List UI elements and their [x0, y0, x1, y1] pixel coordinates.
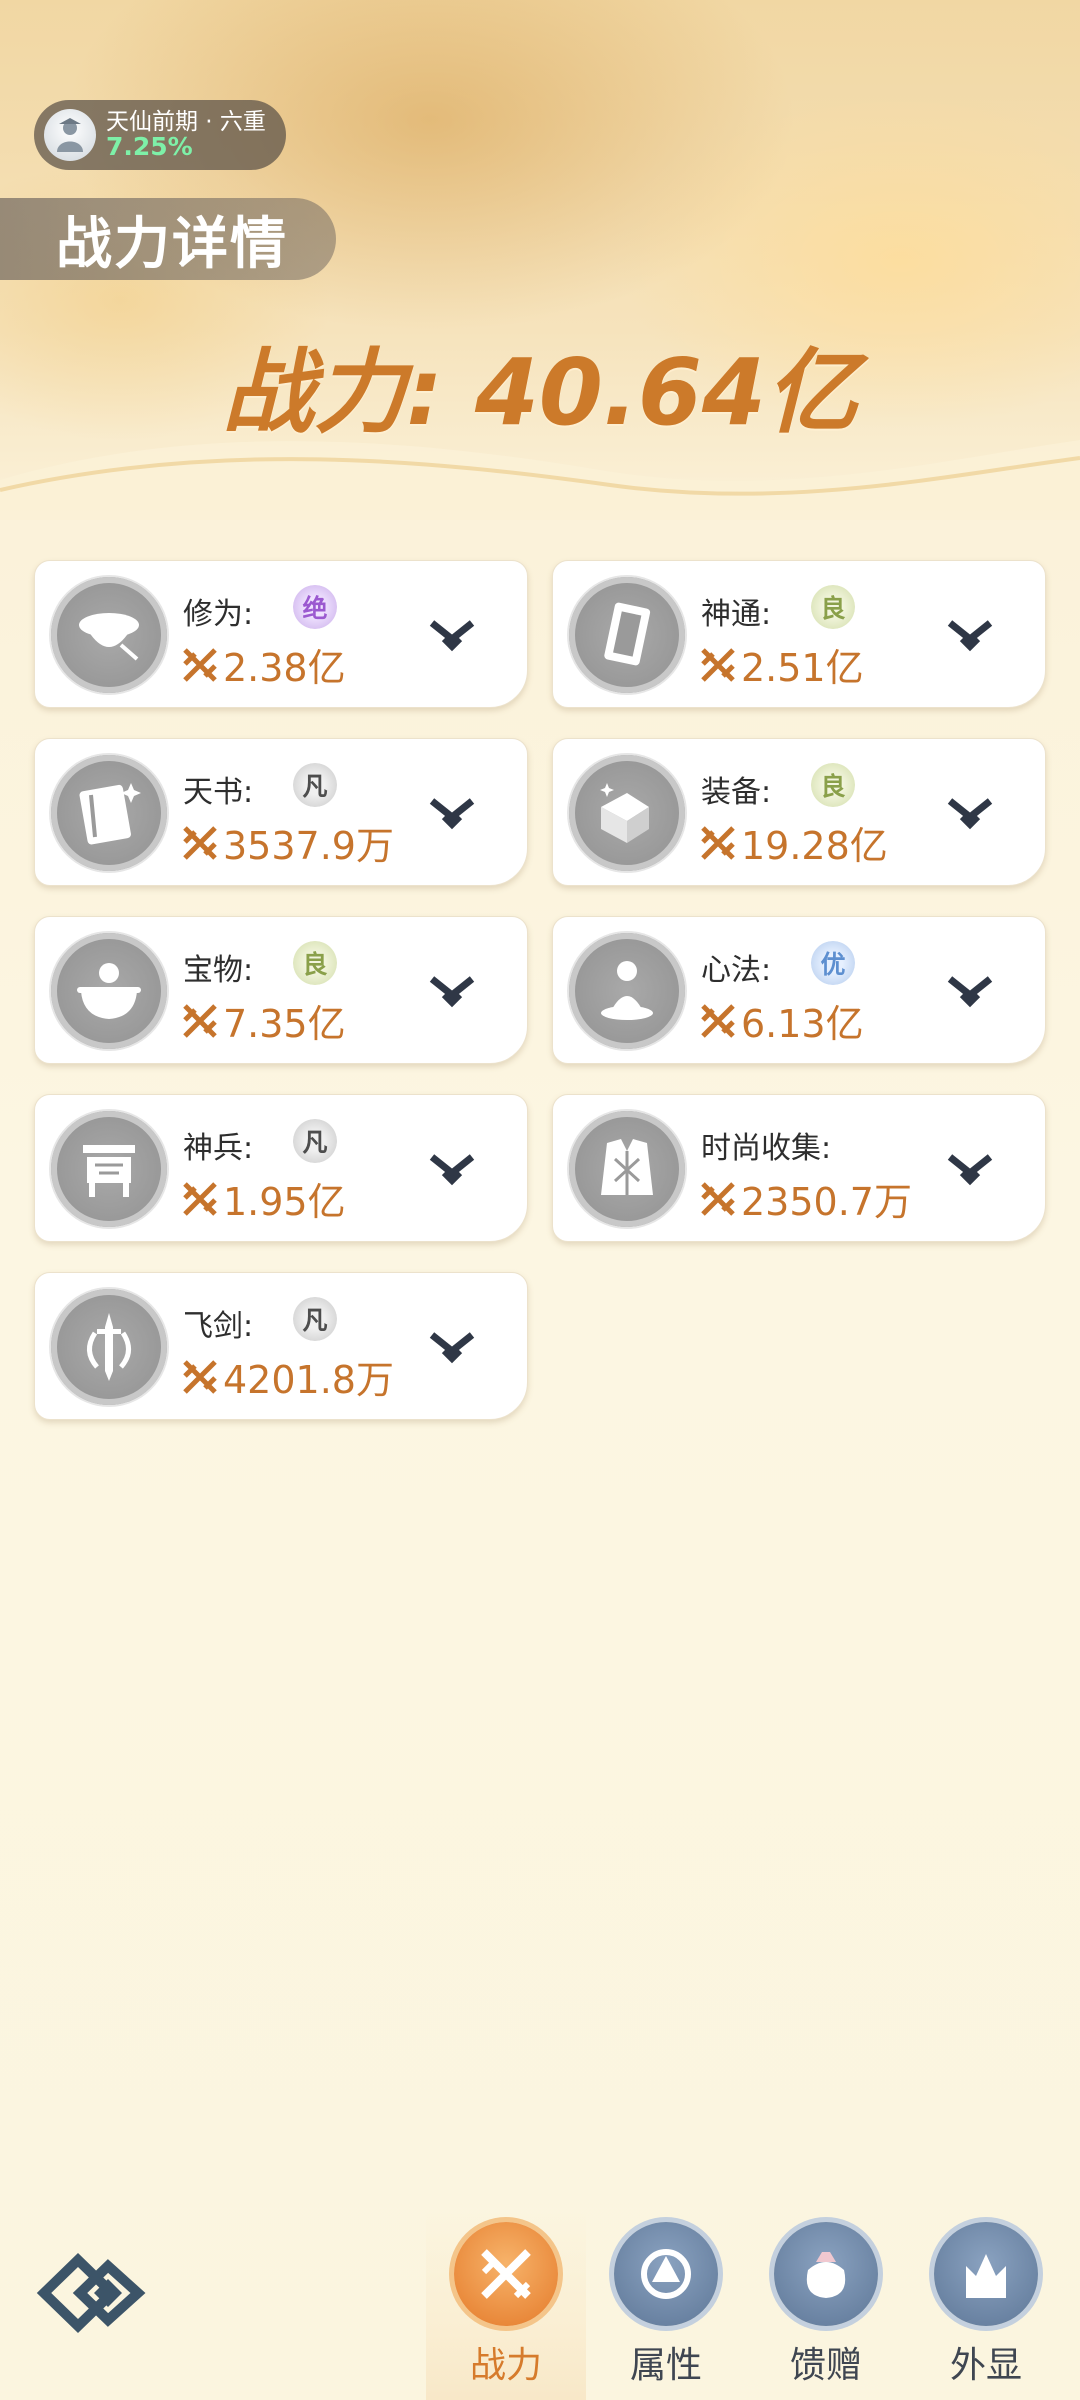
- card-power-value: 2.38亿: [223, 646, 346, 690]
- bronze-ding-icon: [51, 1111, 167, 1227]
- grade-badge: 凡: [293, 763, 337, 807]
- meditation-icon: [569, 933, 685, 1049]
- page-title: 战力详情: [56, 211, 288, 277]
- chevron-down-icon[interactable]: [945, 1147, 995, 1191]
- realm-progress-percent: 7.25%: [106, 131, 193, 161]
- tab-appearance[interactable]: 外显: [906, 2212, 1066, 2400]
- card-power-value: 3537.9万: [223, 824, 394, 868]
- equipment-cube-icon: [569, 755, 685, 871]
- power-card-flying-sword[interactable]: 飞剑: 凡 4201.8万: [34, 1272, 528, 1420]
- tab-label: 战力: [469, 2345, 542, 2386]
- card-name: 飞剑:: [183, 1309, 254, 1344]
- card-power-value: 4201.8万: [223, 1358, 394, 1402]
- chevron-down-icon[interactable]: [945, 791, 995, 835]
- card-power-value: 6.13亿: [741, 1002, 864, 1046]
- power-card-mental-method[interactable]: 心法: 优 6.13亿: [552, 916, 1046, 1064]
- flying-sword-icon: [51, 1289, 167, 1405]
- crossed-swords-icon: [183, 1359, 217, 1394]
- power-card-divine-power[interactable]: 神通: 良 2.51亿: [552, 560, 1046, 708]
- card-name: 装备:: [701, 775, 772, 810]
- chevron-down-icon[interactable]: [427, 791, 477, 835]
- card-name: 修为:: [183, 597, 254, 632]
- grade-badge: 绝: [293, 585, 337, 629]
- tab-label: 属性: [629, 2345, 702, 2386]
- card-power-value: 1.95亿: [223, 1180, 346, 1224]
- attribute-emblem-icon: [614, 2222, 718, 2326]
- tab-label: 馈赠: [789, 2345, 862, 2386]
- tab-combat-power[interactable]: 战力: [426, 2212, 586, 2400]
- cultivator-hat-icon: [51, 577, 167, 693]
- chevron-down-icon[interactable]: [427, 1147, 477, 1191]
- grade-badge: 良: [811, 585, 855, 629]
- crossed-swords-icon: [701, 647, 735, 682]
- appearance-crown-icon: [934, 2222, 1038, 2326]
- heavenly-book-icon: [51, 755, 167, 871]
- card-name: 天书:: [183, 775, 254, 810]
- menu-diamond-icon[interactable]: [36, 2248, 146, 2338]
- cultivator-avatar-icon: [57, 118, 83, 152]
- crossed-swords-icon: [183, 647, 217, 682]
- scroll-book-icon: [569, 577, 685, 693]
- card-name: 神兵:: [183, 1131, 254, 1166]
- tab-attributes[interactable]: 属性: [586, 2212, 746, 2400]
- chevron-down-icon[interactable]: [945, 613, 995, 657]
- power-card-divine-weapon[interactable]: 神兵: 凡 1.95亿: [34, 1094, 528, 1242]
- power-card-equipment[interactable]: 装备: 良 19.28亿: [552, 738, 1046, 886]
- tab-label: 外显: [949, 2345, 1022, 2386]
- card-name: 神通:: [701, 597, 772, 632]
- crossed-swords-icon: [183, 1181, 217, 1216]
- grade-badge: 凡: [293, 1119, 337, 1163]
- card-name: 时尚收集:: [701, 1131, 832, 1166]
- grade-badge: 优: [811, 941, 855, 985]
- power-card-cultivation[interactable]: 修为: 绝 2.38亿: [34, 560, 528, 708]
- power-card-heavenly-book[interactable]: 天书: 凡 3537.9万: [34, 738, 528, 886]
- chevron-down-icon[interactable]: [427, 969, 477, 1013]
- card-power-value: 2.51亿: [741, 646, 864, 690]
- crossed-swords-icon: [701, 825, 735, 860]
- card-power-value: 19.28亿: [741, 824, 888, 868]
- treasure-cauldron-icon: [51, 933, 167, 1049]
- chevron-down-icon[interactable]: [427, 1325, 477, 1369]
- power-card-fashion-collection[interactable]: 时尚收集: 2350.7万: [552, 1094, 1046, 1242]
- grade-badge: 良: [293, 941, 337, 985]
- grade-badge: 良: [811, 763, 855, 807]
- player-avatar: [44, 109, 96, 161]
- realm-level-name: 天仙前期 · 六重: [106, 108, 266, 135]
- card-name: 心法:: [701, 953, 772, 988]
- crossed-swords-icon: [183, 1003, 217, 1038]
- realm-level-badge[interactable]: 天仙前期 · 六重 7.25%: [34, 100, 286, 170]
- grade-badge: 凡: [293, 1297, 337, 1341]
- crossed-swords-icon: [183, 825, 217, 860]
- power-card-treasure[interactable]: 宝物: 良 7.35亿: [34, 916, 528, 1064]
- chevron-down-icon[interactable]: [427, 613, 477, 657]
- gift-pouch-icon: [774, 2222, 878, 2326]
- crossed-swords-icon: [454, 2222, 558, 2326]
- crossed-swords-icon: [701, 1181, 735, 1216]
- total-power: 战力: 40.64亿: [222, 339, 858, 446]
- chevron-down-icon[interactable]: [945, 969, 995, 1013]
- card-power-value: 2350.7万: [741, 1180, 912, 1224]
- page-title-bar: 战力详情: [0, 198, 336, 280]
- card-power-value: 7.35亿: [223, 1002, 346, 1046]
- robe-icon: [569, 1111, 685, 1227]
- tab-gifts[interactable]: 馈赠: [746, 2212, 906, 2400]
- card-name: 宝物:: [183, 953, 254, 988]
- crossed-swords-icon: [701, 1003, 735, 1038]
